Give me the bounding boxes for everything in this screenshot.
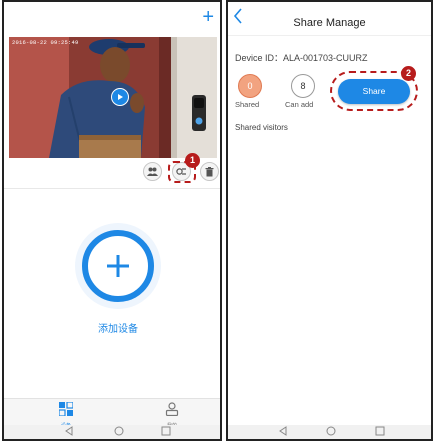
system-nav-bar <box>228 425 431 439</box>
step-badge-1: 1 <box>185 153 200 168</box>
add-device-plus-icon[interactable]: + <box>202 6 214 28</box>
nav-recents-icon[interactable] <box>375 426 385 436</box>
shared-visitors-label: Shared visitors <box>235 123 288 132</box>
nav-back-icon[interactable] <box>278 426 288 436</box>
can-add-count[interactable]: 8 <box>291 74 315 98</box>
users-icon[interactable] <box>143 162 162 181</box>
nav-home-icon[interactable] <box>326 426 336 436</box>
camera-preview[interactable]: 2016-08-22 09:25:49 <box>9 37 217 158</box>
add-device-label[interactable]: 添加设备 <box>4 320 220 335</box>
can-add-label: Can add <box>285 100 314 109</box>
nav-recents-icon[interactable] <box>161 426 171 436</box>
share-button[interactable]: Share <box>338 79 410 104</box>
video-timestamp: 2016-08-22 09:25:49 <box>12 39 79 46</box>
add-circle <box>82 230 154 302</box>
device-id: Device ID：ALA-001703-CUURZ <box>235 53 368 63</box>
nav-back-icon[interactable] <box>64 426 74 436</box>
step-badge-2: 2 <box>401 66 416 81</box>
page-title: Share Manage <box>293 17 366 29</box>
person-icon <box>165 402 179 417</box>
add-device-button[interactable] <box>75 223 161 309</box>
grid-icon <box>58 401 74 417</box>
device-list-screen: + 2016-08-22 09:25:49 1 添加设备 <box>2 0 222 441</box>
trash-icon[interactable] <box>200 162 219 181</box>
play-icon[interactable] <box>111 88 129 106</box>
shared-count[interactable]: 0 <box>238 74 262 98</box>
nav-home-icon[interactable] <box>114 426 124 436</box>
divider <box>4 188 220 189</box>
system-nav-bar <box>4 425 220 439</box>
top-bar: + <box>4 2 220 36</box>
share-manage-screen: Share Manage Device ID：ALA-001703-CUURZ … <box>226 0 433 441</box>
shared-label: Shared <box>235 100 260 109</box>
header: Share Manage <box>228 2 431 36</box>
plus-icon <box>107 255 129 277</box>
